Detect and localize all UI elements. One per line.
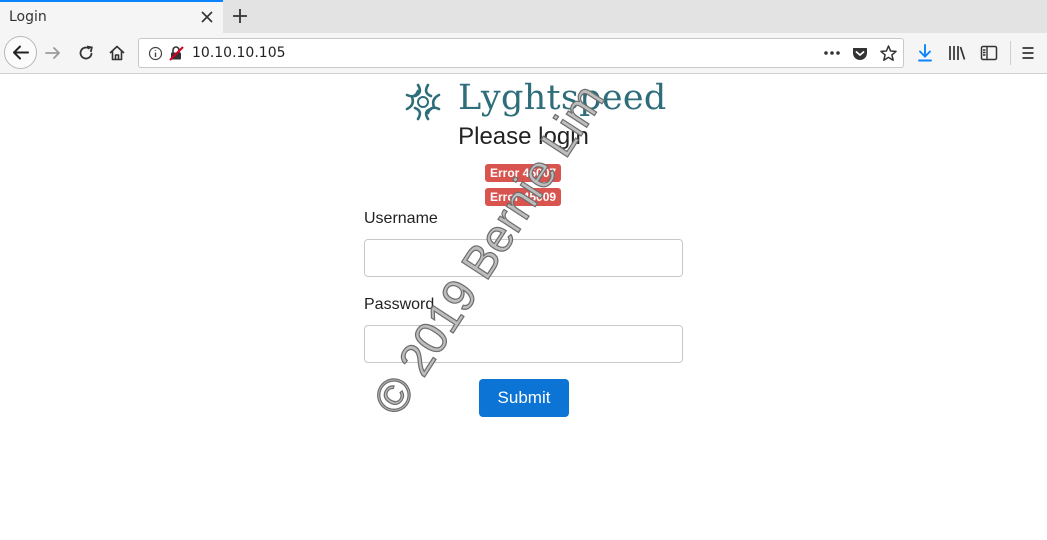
page-content: Lyghtspeed Please login Error 45007 Erro… [0, 75, 1047, 540]
reload-icon[interactable] [76, 43, 96, 63]
insecure-lock-icon[interactable] [168, 45, 185, 62]
tab-bar: Login [0, 0, 1047, 33]
info-icon[interactable] [148, 46, 163, 61]
plus-icon[interactable] [230, 6, 250, 26]
pocket-icon[interactable] [851, 45, 869, 62]
back-button[interactable] [4, 36, 37, 69]
tab-title: Login [9, 9, 47, 25]
url-text[interactable]: 10.10.10.105 [192, 45, 286, 61]
password-input[interactable] [364, 325, 683, 363]
download-icon[interactable] [915, 43, 935, 63]
brand-name: Lyghtspeed [458, 78, 667, 118]
tab-login[interactable]: Login [0, 0, 223, 33]
password-label: Password [364, 296, 435, 313]
username-label: Username [364, 210, 438, 227]
forward-arrow-icon[interactable] [43, 43, 63, 63]
library-icon[interactable] [947, 43, 967, 63]
submit-button[interactable]: Submit [479, 379, 569, 417]
close-icon[interactable] [199, 9, 215, 25]
back-arrow-icon [13, 45, 29, 60]
menu-icon[interactable] [1018, 43, 1038, 63]
toolbar-separator [1010, 41, 1011, 65]
nav-bar: 10.10.10.105 [0, 33, 1047, 74]
error-badge: Error 45009 [485, 188, 562, 206]
star-icon[interactable] [879, 44, 898, 63]
url-bar[interactable]: 10.10.10.105 [138, 38, 904, 68]
lyghtspeed-logo-icon [405, 83, 441, 121]
sidebar-icon[interactable] [979, 43, 999, 63]
username-input[interactable] [364, 239, 683, 277]
error-badge: Error 45007 [485, 164, 562, 182]
home-icon[interactable] [107, 43, 127, 63]
page-title: Please login [458, 123, 589, 150]
more-icon[interactable] [823, 49, 841, 57]
